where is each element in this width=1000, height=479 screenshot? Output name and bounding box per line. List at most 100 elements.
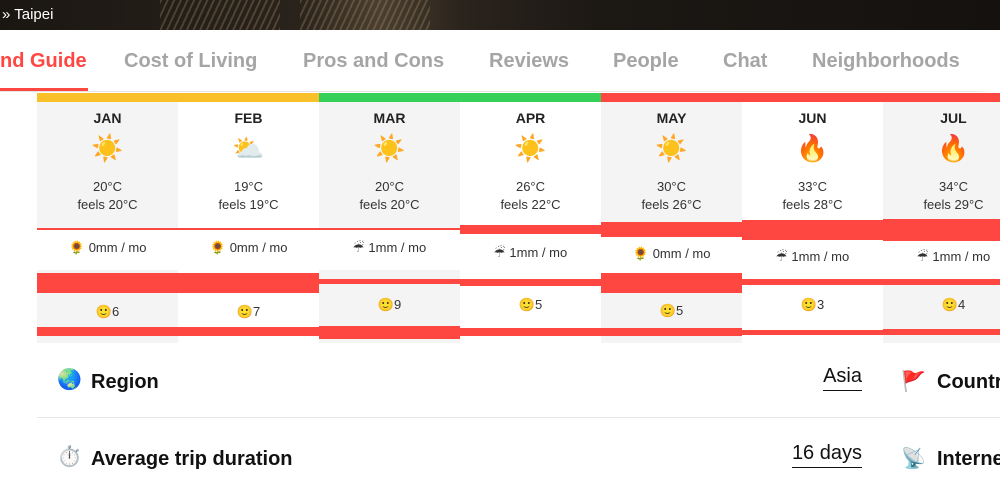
happiness-bar [883, 329, 1000, 335]
month-name: JAN [93, 110, 122, 126]
happiness: 🙂5 [601, 303, 742, 319]
fire-icon: 🔥 [796, 133, 829, 163]
smiley-icon: 🙂 [377, 297, 394, 312]
tab-guide[interactable]: nd Guide [0, 50, 87, 73]
happiness-bar [601, 328, 742, 336]
temperature: 20°C [92, 179, 123, 194]
globe-icon: 🌏 [57, 369, 82, 391]
sun-icon: ☀️ [655, 133, 688, 163]
season-bar [601, 93, 742, 102]
fire-icon: 🔥 [937, 133, 970, 163]
hero-grass-decoration [300, 0, 430, 30]
rainfall-value: 0mm / mo [88, 240, 147, 255]
sunflower-icon: 🌻 [68, 240, 85, 255]
tab-chat[interactable]: Chat [723, 50, 767, 73]
temperature: 26°C [515, 179, 546, 194]
month-name: MAY [656, 110, 687, 126]
temperature: 30°C [656, 179, 687, 194]
smiley-icon: 🙂 [95, 304, 112, 319]
breadcrumb[interactable]: » Taipei [2, 6, 53, 23]
happiness-bar [37, 327, 178, 336]
umbrella-icon: ☔ [775, 249, 788, 264]
month-name: FEB [234, 110, 263, 126]
info-row-region: 🌏 Region Asia 🚩 Countr [37, 343, 1000, 418]
row-label: Average trip duration [91, 448, 293, 470]
happiness-value: 6 [111, 304, 120, 319]
smiley-icon: 🙂 [800, 297, 817, 312]
happiness-value: 7 [252, 304, 261, 319]
sun-behind-cloud-icon: ⛅ [232, 133, 265, 163]
rainfall: ☔ 1mm / mo [460, 245, 601, 261]
month-name: MAR [373, 110, 406, 126]
flag-icon: 🚩 [901, 371, 926, 393]
tab-neighborhoods[interactable]: Neighborhoods [812, 50, 960, 73]
tab-reviews[interactable]: Reviews [489, 50, 569, 73]
tab-cost-of-living[interactable]: Cost of Living [124, 50, 257, 73]
happiness-value: 9 [393, 297, 402, 312]
tab-pros-and-cons[interactable]: Pros and Cons [303, 50, 444, 73]
happiness: 🙂3 [742, 297, 883, 313]
feels-like: feels 20°C [359, 197, 420, 212]
climate-table: JAN ☀️ 20°C feels 20°C 🌻 0mm / mo 🙂6 FEB … [37, 93, 1000, 343]
heat-bar [460, 225, 601, 234]
rain-bar [601, 273, 742, 293]
happiness: 🙂9 [319, 297, 460, 313]
month-name: APR [515, 110, 546, 126]
tab-bar: nd Guide Cost of Living Pros and Cons Re… [0, 30, 1000, 92]
rainfall-value: 1mm / mo [932, 249, 991, 264]
heat-bar [742, 220, 883, 240]
feels-like: feels 29°C [923, 197, 984, 212]
heat-bar [883, 219, 1000, 241]
temperature: 33°C [797, 179, 828, 194]
sunflower-icon: 🌻 [632, 246, 649, 261]
happiness: 🙂7 [178, 304, 319, 320]
happiness-value: 4 [957, 297, 966, 312]
tab-people[interactable]: People [613, 50, 679, 73]
rainfall-value: 1mm / mo [368, 240, 427, 255]
feels-like: feels 26°C [641, 197, 702, 212]
row-value[interactable]: 16 days [791, 442, 862, 468]
temperature: 34°C [938, 179, 969, 194]
happiness-bar [460, 328, 601, 336]
sunflower-icon: 🌻 [209, 240, 226, 255]
umbrella-icon: ☔ [352, 240, 365, 255]
temperature: 20°C [374, 179, 405, 194]
smiley-icon: 🙂 [236, 304, 253, 319]
smiley-icon: 🙂 [659, 303, 676, 318]
month-column-apr: APR ☀️ 26°C feels 22°C ☔ 1mm / mo 🙂5 [460, 93, 601, 343]
happiness-bar [742, 330, 883, 335]
umbrella-icon: ☔ [493, 245, 506, 260]
month-name: JUL [940, 110, 967, 126]
row-label-internet: Interne [937, 448, 1000, 470]
info-row-trip-duration: ⏱️ Average trip duration 16 days 📡 Inter… [37, 418, 1000, 479]
season-bar [883, 93, 1000, 102]
feels-like: feels 28°C [782, 197, 843, 212]
rain-bar [742, 279, 883, 285]
rainfall-value: 0mm / mo [229, 240, 288, 255]
happiness-value: 5 [534, 297, 543, 312]
season-bar [460, 93, 601, 102]
month-column-may: MAY ☀️ 30°C feels 26°C 🌻 0mm / mo 🙂5 [601, 93, 742, 343]
month-name: JUN [798, 110, 827, 126]
rain-bar [460, 279, 601, 286]
happiness: 🙂4 [883, 297, 1000, 313]
rainfall-value: 0mm / mo [652, 246, 711, 261]
month-column-mar: MAR ☀️ 20°C feels 20°C ☔ 1mm / mo 🙂9 [319, 93, 460, 343]
happiness: 🙂5 [460, 297, 601, 313]
row-value[interactable]: Asia [823, 365, 862, 391]
month-column-jul: JUL 🔥 34°C feels 29°C ☔ 1mm / mo 🙂4 [883, 93, 1000, 343]
row-label-country: Countr [937, 371, 1000, 393]
season-bar [178, 93, 319, 102]
sun-icon: ☀️ [373, 133, 406, 163]
rainfall: ☔ 1mm / mo [742, 249, 883, 265]
hero-banner: » Taipei [0, 0, 1000, 30]
feels-like: feels 19°C [218, 197, 279, 212]
rainfall: ☔ 1mm / mo [883, 249, 1000, 265]
season-bar [319, 93, 460, 102]
happiness-value: 5 [675, 303, 684, 318]
smiley-icon: 🙂 [941, 297, 958, 312]
stopwatch-icon: ⏱️ [57, 446, 82, 468]
rainfall-value: 1mm / mo [509, 245, 568, 260]
satellite-dish-icon: 📡 [901, 448, 926, 470]
smiley-icon: 🙂 [518, 297, 535, 312]
